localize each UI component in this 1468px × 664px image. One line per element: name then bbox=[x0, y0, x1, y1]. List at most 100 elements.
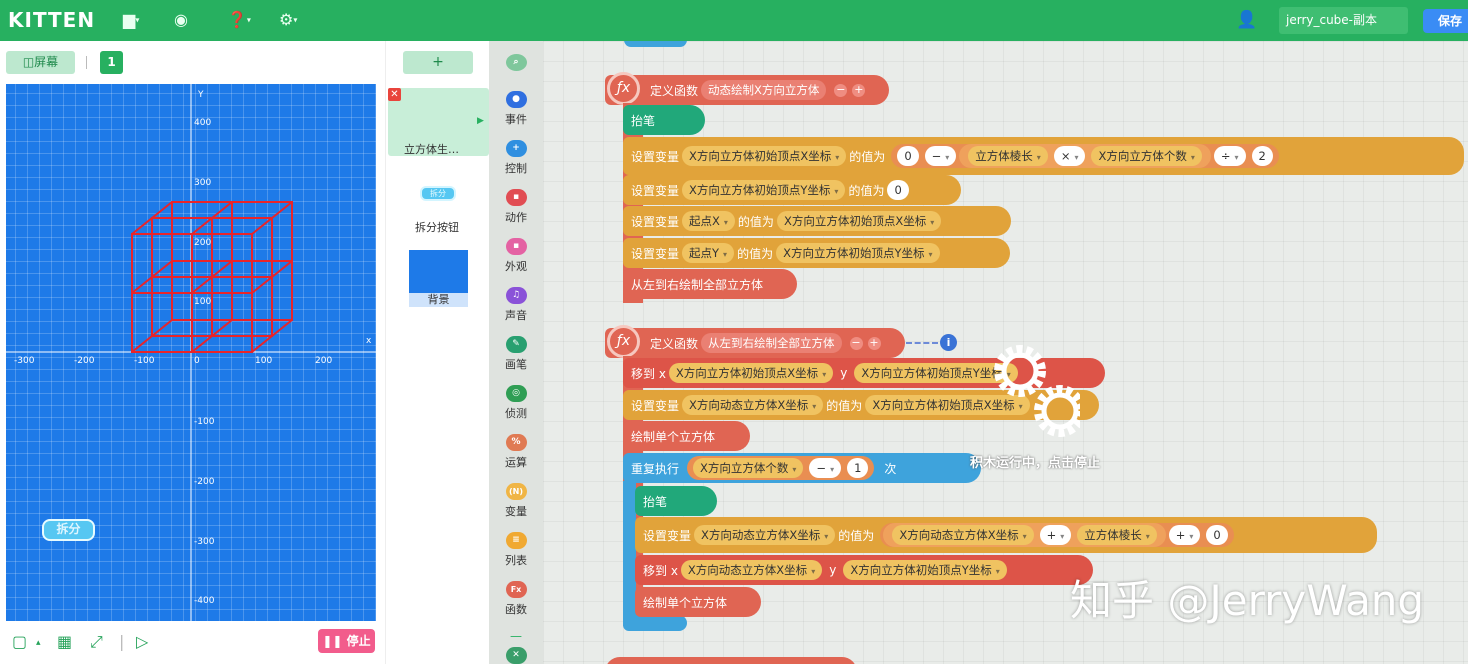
category-motion[interactable]: ▪ 动作 bbox=[489, 189, 543, 225]
next-function-block[interactable] bbox=[605, 657, 857, 664]
block-label: 移到 x bbox=[643, 563, 678, 578]
running-status-text[interactable]: 积木运行中，点击停止 bbox=[970, 452, 1100, 471]
grid-icon[interactable]: ▦ bbox=[57, 633, 72, 651]
block-label: 定义函数 bbox=[650, 83, 699, 98]
variable-name: 起点X bbox=[689, 214, 720, 228]
y-tick: 400 bbox=[194, 118, 212, 128]
category-looks[interactable]: ▪ 外观 bbox=[489, 238, 543, 274]
expression: X方向动态立方体X坐标 ▾ + ▾ 立方体棱长 ▾ bbox=[883, 523, 1166, 547]
variable-dropdown[interactable]: X方向立方体初始顶点X坐标 ▾ bbox=[776, 211, 942, 231]
backpack-icon[interactable]: ◉ bbox=[174, 10, 188, 30]
plus-icon[interactable]: + bbox=[867, 336, 881, 350]
number-input[interactable]: 0 bbox=[897, 146, 919, 166]
help-icon[interactable]: ❓▾ bbox=[227, 10, 251, 31]
set-variable-block[interactable]: 设置变量 起点X ▾ 的值为 X方向立方体初始顶点X坐标 ▾ bbox=[623, 206, 1011, 236]
chevron-up-icon[interactable]: ▴ bbox=[36, 634, 41, 652]
sprite-item-background[interactable]: 背景 bbox=[403, 246, 473, 312]
number-input[interactable]: 1 bbox=[847, 458, 869, 478]
variable-dropdown[interactable]: X方向立方体个数 ▾ bbox=[1091, 146, 1202, 166]
category-label: 变量 bbox=[505, 505, 527, 518]
category-tools[interactable]: ✕ bbox=[489, 647, 543, 664]
list-icon: ≡ bbox=[505, 532, 527, 549]
minus-icon[interactable]: − bbox=[849, 336, 863, 350]
plus-icon[interactable]: + bbox=[852, 83, 866, 97]
repeat-block[interactable]: 重复执行 X方向立方体个数 ▾ − ▾ 1 次 bbox=[623, 453, 981, 483]
variable-dropdown[interactable]: 立方体棱长 ▾ bbox=[1077, 525, 1157, 545]
block-label: 定义函数 bbox=[650, 336, 699, 351]
variable-dropdown[interactable]: X方向立方体初始顶点Y坐标 ▾ bbox=[843, 560, 1007, 580]
number-input[interactable]: 0 bbox=[1206, 525, 1228, 545]
block-label: 抬笔 bbox=[631, 113, 656, 128]
variable-dropdown[interactable]: X方向动态立方体X坐标 ▾ bbox=[892, 525, 1034, 545]
set-variable-block[interactable]: 设置变量 X方向立方体初始顶点Y坐标 ▾ 的值为 0 bbox=[623, 175, 961, 205]
add-user-icon[interactable]: 👤 bbox=[1236, 10, 1257, 30]
variable-dropdown[interactable]: X方向立方体初始顶点X坐标 ▾ bbox=[682, 146, 847, 166]
x-tick: 200 bbox=[315, 356, 333, 366]
pen-up-block[interactable]: 抬笔 bbox=[635, 486, 717, 516]
number-input[interactable]: 2 bbox=[1251, 146, 1273, 166]
functions-icon: Fx bbox=[505, 581, 527, 598]
variable-dropdown[interactable]: 起点Y ▾ bbox=[682, 243, 735, 263]
set-variable-block[interactable]: 设置变量 X方向立方体初始顶点X坐标 ▾ 的值为 0 − ▾ 立方体棱长 ▾ × ▾ X… bbox=[623, 137, 1464, 175]
set-variable-block[interactable]: 设置变量 起点Y ▾ 的值为 X方向立方体初始顶点Y坐标 ▾ bbox=[623, 238, 1010, 268]
function-call-block[interactable]: 从左到右绘制全部立方体 bbox=[623, 269, 797, 299]
pen-up-block[interactable]: 抬笔 bbox=[623, 105, 705, 135]
variable-dropdown[interactable]: X方向动态立方体X坐标 ▾ bbox=[694, 525, 836, 545]
loading-gears-icon bbox=[994, 345, 1080, 437]
category-operators[interactable]: % 运算 bbox=[489, 434, 543, 470]
category-control[interactable]: + 控制 bbox=[489, 140, 543, 176]
operator-dropdown[interactable]: − ▾ bbox=[809, 458, 842, 478]
save-button[interactable]: 保存 bbox=[1423, 9, 1468, 33]
present-icon[interactable]: ▷ bbox=[136, 633, 148, 651]
screen-button[interactable]: ◫屏幕 bbox=[6, 51, 75, 74]
project-name-input[interactable]: jerry_cube-副本 bbox=[1279, 7, 1408, 34]
operator-dropdown[interactable]: − ▾ bbox=[924, 146, 957, 166]
minus-icon[interactable]: − bbox=[834, 83, 848, 97]
category-sound[interactable]: ♫ 声音 bbox=[489, 287, 543, 323]
set-variable-block[interactable]: 设置变量 X方向动态立方体X坐标 ▾ 的值为 X方向动态立方体X坐标 ▾ + ▾ 立方… bbox=[635, 517, 1377, 553]
category-functions[interactable]: Fx 函数 bbox=[489, 581, 543, 617]
gear-icon[interactable]: ⚙▾ bbox=[279, 10, 297, 31]
operator-dropdown[interactable]: × ▾ bbox=[1053, 146, 1086, 166]
sprite-item-split-button[interactable]: 拆分 拆分按钮 bbox=[403, 166, 473, 234]
variable-dropdown[interactable]: X方向立方体初始顶点X坐标 ▾ bbox=[668, 363, 834, 383]
move-to-block[interactable]: 移到 x X方向动态立方体X坐标 ▾ y X方向立方体初始顶点Y坐标 ▾ bbox=[635, 555, 1093, 585]
category-label: 列表 bbox=[505, 554, 527, 567]
sprite-item-cube-generator[interactable]: ✕ ▶ 立方体生… bbox=[388, 88, 489, 156]
category-sensing[interactable]: ◎ 侦测 bbox=[489, 385, 543, 421]
variable-dropdown[interactable]: X方向立方体初始顶点Y坐标 ▾ bbox=[682, 180, 846, 200]
close-icon[interactable]: ✕ bbox=[388, 88, 401, 101]
split-button-sprite[interactable]: 拆分 bbox=[42, 519, 95, 541]
folder-icon[interactable]: ▆▾ bbox=[123, 10, 139, 31]
block-label: 的值为 bbox=[737, 246, 774, 261]
category-label: 运算 bbox=[505, 456, 527, 469]
variable-dropdown[interactable]: X方向动态立方体X坐标 ▾ bbox=[680, 560, 823, 580]
variable-dropdown[interactable]: X方向动态立方体X坐标 ▾ bbox=[682, 395, 824, 415]
stage-size-icon[interactable]: ▢ bbox=[12, 633, 27, 651]
variable-dropdown[interactable]: X方向立方体初始顶点Y坐标 ▾ bbox=[776, 243, 940, 263]
scene-number-button[interactable]: 1 bbox=[100, 51, 123, 74]
function-definition-block[interactable]: 定义函数 从左到右绘制全部立方体 − + bbox=[605, 328, 905, 358]
variable-dropdown[interactable]: X方向立方体个数 ▾ bbox=[693, 458, 804, 478]
category-events[interactable]: ● 事件 bbox=[489, 91, 543, 127]
category-variables[interactable]: (N) 变量 bbox=[489, 483, 543, 519]
operator-dropdown[interactable]: + ▾ bbox=[1039, 525, 1072, 545]
variable-dropdown[interactable]: 起点X ▾ bbox=[682, 211, 735, 231]
operator: + bbox=[1046, 528, 1057, 542]
stop-button[interactable]: ❚❚ 停止 bbox=[318, 629, 375, 653]
number-input[interactable]: 0 bbox=[887, 180, 909, 200]
function-call-block[interactable]: 绘制单个立方体 bbox=[623, 421, 750, 451]
add-sprite-button[interactable]: + bbox=[403, 51, 473, 74]
operator-dropdown[interactable]: ÷ ▾ bbox=[1213, 146, 1246, 166]
search-blocks[interactable]: ⌕ bbox=[489, 54, 543, 71]
code-workspace[interactable]: 定义函数 动态绘制X方向立方体 − + ƒx 抬笔 设置变量 X方向立方体初始顶点… bbox=[543, 41, 1468, 664]
block-label: 的值为 bbox=[838, 528, 875, 543]
operator-dropdown[interactable]: + ▾ bbox=[1168, 525, 1201, 545]
variable-dropdown[interactable]: 立方体棱长 ▾ bbox=[968, 146, 1048, 166]
function-definition-block[interactable]: 定义函数 动态绘制X方向立方体 − + bbox=[605, 75, 889, 105]
info-icon[interactable]: i bbox=[940, 334, 957, 351]
function-call-block[interactable]: 绘制单个立方体 bbox=[635, 587, 761, 617]
category-pen[interactable]: ✎ 画笔 bbox=[489, 336, 543, 372]
category-lists[interactable]: ≡ 列表 bbox=[489, 532, 543, 568]
fullscreen-icon[interactable]: ⤢ bbox=[90, 633, 103, 651]
